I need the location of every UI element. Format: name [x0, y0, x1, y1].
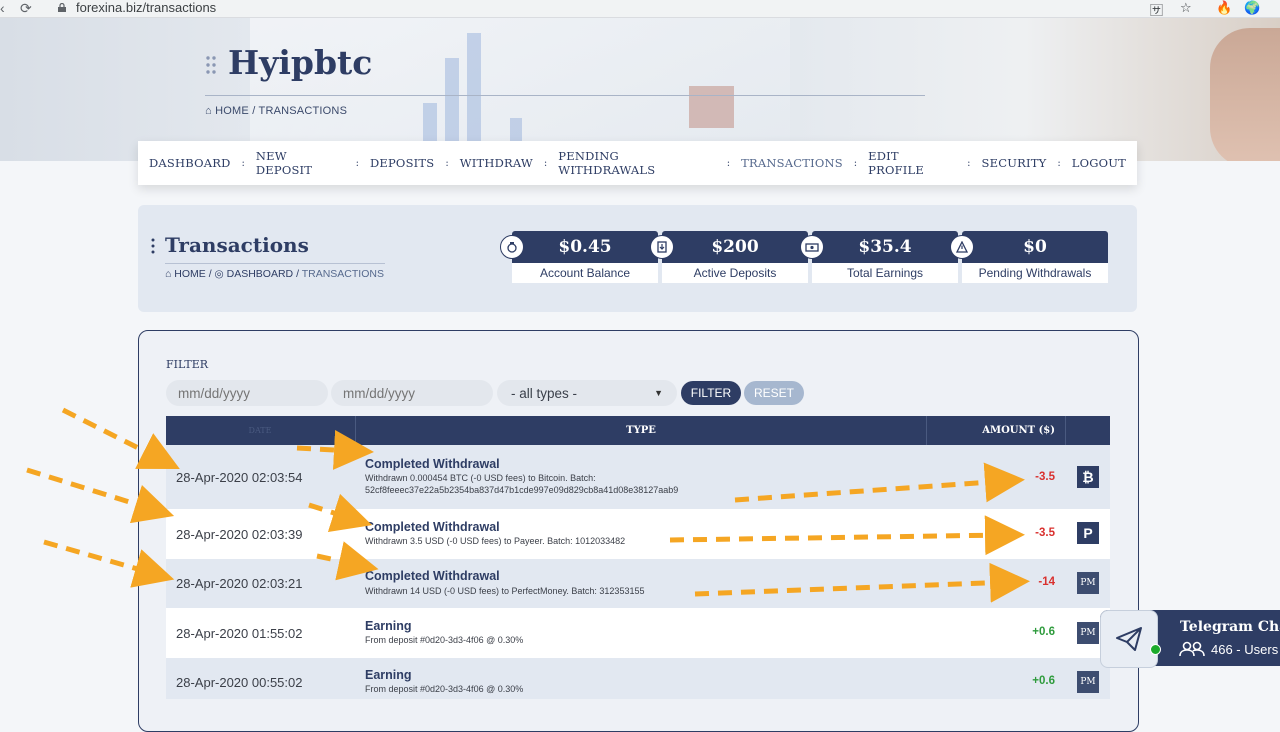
drag-dots-icon	[151, 238, 155, 254]
breadcrumb-home[interactable]: HOME	[174, 268, 206, 280]
row-date: 28-Apr-2020 00:55:02	[176, 675, 303, 690]
row-date: 28-Apr-2020 01:55:02	[176, 626, 303, 641]
col-type[interactable]: TYPE	[355, 416, 927, 445]
row-title: Earning	[365, 619, 412, 633]
row-date: 28-Apr-2020 02:03:39	[176, 527, 303, 542]
stat-account-balance: $0.45 Account Balance	[500, 231, 658, 283]
filter-label: FILTER	[166, 358, 209, 371]
row-title: Completed Withdrawal	[365, 520, 500, 534]
perfectmoney-icon: PM	[1077, 671, 1099, 693]
stat-total-earnings: $35.4 Total Earnings	[800, 231, 958, 283]
page-title: Transactions	[165, 233, 309, 257]
warning-icon	[950, 235, 974, 259]
row-amount: +0.6	[1032, 626, 1055, 638]
stat-active-deposits: $200 Active Deposits	[650, 231, 808, 283]
table-row: 28-Apr-2020 02:03:21 Completed Withdrawa…	[166, 559, 1110, 608]
type-select[interactable]: - all types - ▼	[497, 380, 677, 406]
row-title: Completed Withdrawal	[365, 457, 500, 471]
home-icon: ⌂	[205, 105, 212, 117]
lock-icon	[58, 3, 66, 12]
telegram-users: 466 - Users	[1179, 641, 1278, 657]
users-icon	[1179, 641, 1205, 657]
filter-button[interactable]: FILTER	[681, 381, 741, 405]
type-select-value: - all types -	[511, 385, 578, 401]
reload-icon[interactable]: ⟳	[20, 0, 32, 17]
row-date: 28-Apr-2020 02:03:54	[176, 470, 303, 485]
piggy-bank-icon	[500, 235, 524, 259]
nav-edit-profile[interactable]: EDIT PROFILE	[857, 149, 967, 177]
address-bar[interactable]: forexina.biz/transactions	[76, 0, 216, 15]
telegram-title: Telegram Chat	[1180, 619, 1280, 635]
row-amount: -14	[1038, 576, 1055, 588]
money-icon	[800, 235, 824, 259]
nav-withdraw[interactable]: WITHDRAW	[449, 156, 544, 170]
row-date: 28-Apr-2020 02:03:21	[176, 576, 303, 591]
back-icon[interactable]: ‹	[0, 0, 5, 16]
nav-deposits[interactable]: DEPOSITS	[359, 156, 445, 170]
row-title: Completed Withdrawal	[365, 569, 500, 583]
table-row: 28-Apr-2020 01:55:02 Earning From deposi…	[166, 608, 1110, 658]
payeer-icon: P	[1077, 522, 1099, 544]
table-row: 28-Apr-2020 02:03:39 Completed Withdrawa…	[166, 509, 1110, 559]
extension-fire-icon[interactable]: 🔥	[1216, 0, 1232, 16]
hero-banner	[0, 18, 1280, 161]
row-description: Withdrawn 0.000454 BTC (-0 USD fees) to …	[365, 473, 679, 495]
page-header-panel: Transactions ⌂ HOME / ◎ DASHBOARD / TRAN…	[138, 205, 1137, 312]
nav-security[interactable]: SECURITY	[971, 156, 1058, 170]
telegram-chat-widget[interactable]: Telegram Chat 466 - Users	[1100, 610, 1280, 668]
breadcrumb-current: TRANSACTIONS	[301, 268, 384, 280]
home-icon: ⌂	[165, 268, 172, 280]
paper-plane-icon[interactable]	[1100, 610, 1158, 668]
bitcoin-icon: ₿	[1077, 466, 1099, 488]
date-to-input[interactable]	[331, 380, 493, 406]
deposit-icon	[650, 235, 674, 259]
col-date[interactable]: DATE	[166, 416, 354, 445]
row-amount: -3.5	[1035, 527, 1055, 539]
breadcrumb-dashboard[interactable]: DASHBOARD	[227, 268, 294, 280]
row-description: Withdrawn 14 USD (-0 USD fees) to Perfec…	[365, 586, 645, 596]
nav-transactions[interactable]: TRANSACTIONS	[730, 156, 854, 170]
table-row: 28-Apr-2020 02:03:54 Completed Withdrawa…	[166, 445, 1110, 509]
site-logo[interactable]: Hyipbtc	[228, 43, 372, 82]
col-amount[interactable]: AMOUNT ($)	[926, 416, 1066, 445]
dashboard-icon: ◎	[214, 268, 224, 280]
row-description: Withdrawn 3.5 USD (-0 USD fees) to Payee…	[365, 536, 626, 546]
browser-toolbar: ‹ ⟳ forexina.biz/transactions 🈂 ☆ 🔥 🌍	[0, 0, 1280, 18]
divider	[165, 263, 385, 264]
extension-globe-icon[interactable]: 🌍	[1244, 0, 1260, 16]
perfectmoney-icon: PM	[1077, 622, 1099, 644]
row-amount: +0.6	[1032, 675, 1055, 687]
main-navigation: DASHBOARD: NEW DEPOSIT: DEPOSITS: WITHDR…	[138, 141, 1137, 185]
breadcrumb: ⌂ HOME / ◎ DASHBOARD / TRANSACTIONS	[165, 268, 384, 280]
hero-breadcrumb: ⌂ HOME / TRANSACTIONS	[205, 105, 348, 117]
nav-pending-withdrawals[interactable]: PENDING WITHDRAWALS	[547, 149, 726, 177]
breadcrumb-home[interactable]: HOME	[215, 105, 249, 117]
reset-button[interactable]: RESET	[744, 381, 804, 405]
online-status-dot	[1150, 644, 1161, 655]
row-title: Earning	[365, 668, 412, 682]
nav-logout[interactable]: LOGOUT	[1061, 156, 1137, 170]
chevron-down-icon: ▼	[654, 388, 663, 398]
perfectmoney-icon: PM	[1077, 572, 1099, 594]
nav-dashboard[interactable]: DASHBOARD	[138, 156, 242, 170]
breadcrumb-current: TRANSACTIONS	[258, 105, 348, 117]
row-description: From deposit #0d20-3d3-4f06 @ 0.30%	[365, 635, 524, 645]
table-row: 28-Apr-2020 00:55:02 Earning From deposi…	[166, 658, 1110, 699]
stat-pending-withdrawals: $0 Pending Withdrawals	[950, 231, 1108, 283]
drag-dots-icon	[206, 56, 216, 74]
translate-icon[interactable]: 🈂	[1150, 0, 1163, 19]
date-from-input[interactable]	[166, 380, 328, 406]
table-header: DATE TYPE AMOUNT ($)	[166, 416, 1110, 445]
divider	[205, 95, 925, 96]
row-amount: -3.5	[1035, 471, 1055, 483]
nav-new-deposit[interactable]: NEW DEPOSIT	[245, 149, 356, 177]
bookmark-star-icon[interactable]: ☆	[1180, 0, 1192, 16]
row-description: From deposit #0d20-3d3-4f06 @ 0.30%	[365, 684, 524, 694]
annotation-arrow	[26, 467, 175, 524]
